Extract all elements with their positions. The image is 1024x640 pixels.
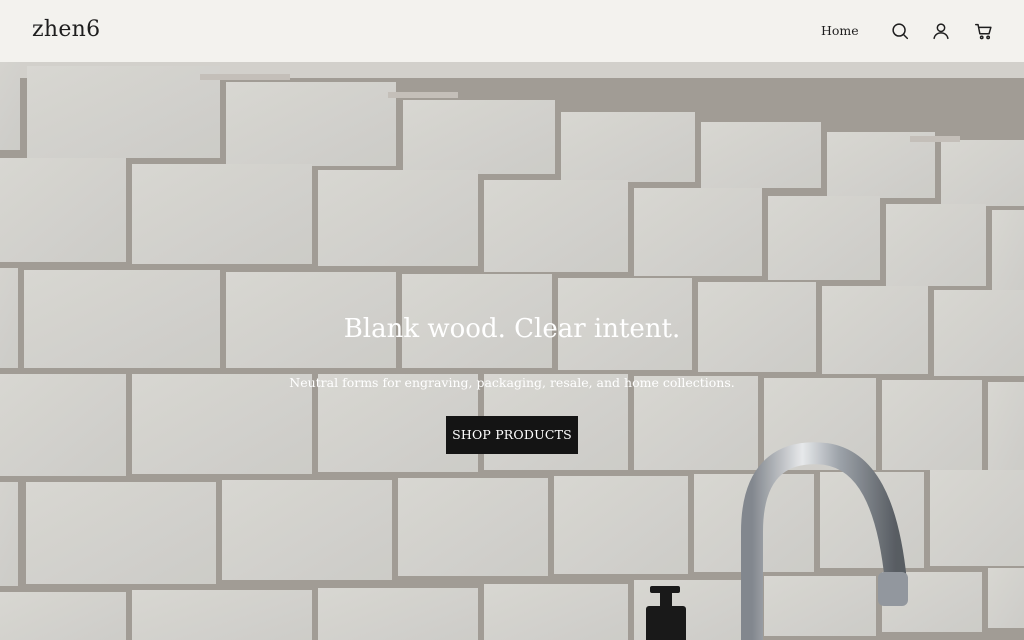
cart-icon[interactable] [973,20,995,42]
site-header: zhen6 Home [0,0,1024,62]
nav-link-home[interactable]: Home [821,23,859,38]
shop-products-button[interactable]: SHOP PRODUCTS [446,416,578,454]
hero-banner: Blank wood. Clear intent. Neutral forms … [0,62,1024,640]
hero-subtitle: Neutral forms for engraving, packaging, … [289,375,735,390]
account-icon[interactable] [930,20,952,42]
site-logo[interactable]: zhen6 [32,17,100,42]
hero-title: Blank wood. Clear intent. [343,314,681,344]
hero-background-image [0,62,1024,640]
search-icon[interactable] [889,20,911,42]
